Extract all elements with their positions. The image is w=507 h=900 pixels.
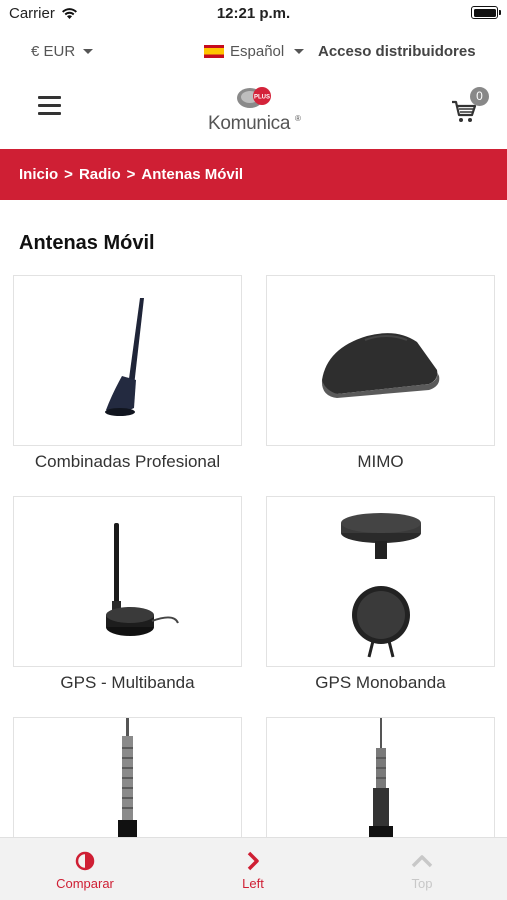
product-card-gps-monobanda[interactable]: GPS Monobanda	[266, 496, 495, 693]
puck-antenna-image	[341, 513, 421, 658]
chevron-right-icon	[247, 851, 259, 871]
distributors-link[interactable]: Acceso distribuidores	[318, 43, 476, 60]
product-card-combinadas[interactable]: Combinadas Profesional	[13, 275, 242, 472]
product-label[interactable]: MIMO	[266, 452, 495, 472]
compare-button[interactable]: Comparar	[35, 850, 135, 891]
logo-badge: PLUS	[254, 95, 270, 101]
compare-icon	[75, 851, 95, 871]
logo[interactable]: PLUS Komunica ®	[200, 84, 310, 134]
menu-icon[interactable]	[38, 96, 61, 115]
left-button[interactable]: Left	[203, 850, 303, 891]
clock: 12:21 p.m.	[216, 5, 291, 22]
product-image[interactable]	[266, 496, 495, 667]
roof-antenna-image	[105, 298, 144, 416]
app-header: PLUS Komunica ® 0	[0, 78, 507, 138]
language-label: Español	[230, 43, 285, 60]
battery-icon	[471, 6, 501, 19]
cart-button[interactable]: 0	[451, 87, 491, 124]
product-card-mimo[interactable]: MIMO	[266, 275, 495, 472]
product-label[interactable]: GPS Monobanda	[266, 673, 495, 693]
chevron-up-icon	[411, 855, 433, 868]
product-label[interactable]: GPS - Multibanda	[13, 673, 242, 693]
breadcrumb-separator: >	[64, 166, 73, 183]
caret-down-icon	[294, 49, 305, 54]
logo-wordmark: Komunica	[208, 113, 291, 134]
currency-label: € EUR	[31, 43, 76, 60]
logo-mark-icon: PLUS	[237, 87, 271, 108]
currency-selector[interactable]: € EUR	[31, 43, 94, 60]
breadcrumb-separator: >	[126, 166, 136, 183]
page-title: Antenas Móvil	[19, 232, 155, 254]
breadcrumb-current: Antenas Móvil	[141, 166, 244, 183]
breadcrumb-home[interactable]: Inicio	[19, 166, 58, 183]
registered-mark: ®	[295, 114, 301, 123]
product-card-gps-multibanda[interactable]: GPS - Multibanda	[13, 496, 242, 693]
breadcrumb: Inicio > Radio > Antenas Móvil	[0, 149, 507, 200]
magnetic-antenna-image	[106, 523, 179, 636]
product-label[interactable]: Combinadas Profesional	[13, 452, 242, 472]
top-label: Top	[411, 876, 433, 891]
left-label: Left	[242, 876, 264, 891]
top-button[interactable]: Top	[372, 850, 472, 891]
compare-label: Comparar	[56, 876, 114, 891]
utility-bar: € EUR Español Acceso distribuidores	[0, 38, 507, 66]
status-bar: Carrier 12:21 p.m.	[0, 0, 507, 28]
breadcrumb-radio[interactable]: Radio	[79, 166, 121, 183]
caret-down-icon	[83, 49, 94, 54]
bottom-nav: Comparar Left Top	[0, 837, 507, 900]
shark-fin-antenna-image	[321, 333, 440, 398]
spain-flag-icon	[204, 45, 224, 58]
cart-count-badge: 0	[470, 87, 489, 106]
product-image[interactable]	[266, 275, 495, 446]
product-image[interactable]	[13, 496, 242, 667]
product-image[interactable]	[13, 275, 242, 446]
language-selector[interactable]: Español	[204, 43, 305, 60]
